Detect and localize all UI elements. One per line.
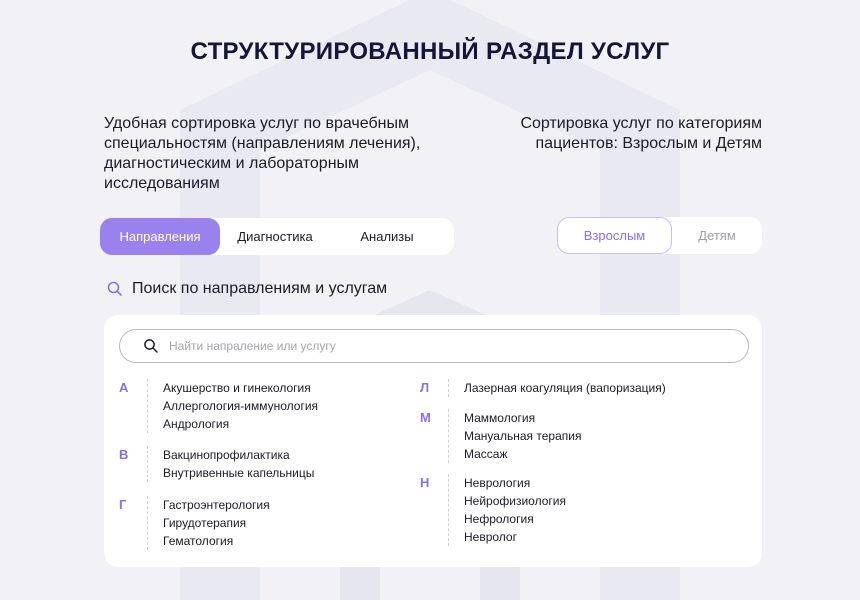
list-item[interactable]: Акушерство и гинекология xyxy=(163,379,318,397)
group-letter: Г xyxy=(119,497,127,512)
service-type-tabs: Направления Диагностика Анализы xyxy=(100,218,454,255)
search-input[interactable] xyxy=(169,339,709,353)
list-item[interactable]: Маммология xyxy=(464,409,581,427)
group-items: Неврология Нейрофизиология Нефрология Не… xyxy=(448,474,566,546)
group-letter: А xyxy=(119,380,129,395)
group-items: Лазерная коагуляция (вапоризация) xyxy=(448,379,666,397)
group-letter: Н xyxy=(420,475,430,490)
list-item[interactable]: Гастроэнтерология xyxy=(163,496,270,514)
letter-group-m: М Маммология Мануальная терапия Массаж xyxy=(420,409,581,463)
list-item[interactable]: Андрология xyxy=(163,415,318,433)
description-directions: Удобная сортировка услуг по врачебным сп… xyxy=(104,115,421,192)
list-item[interactable]: Гирудотерапия xyxy=(163,514,270,532)
letter-group-v: В Вакцинопрофилактика Внутривенные капел… xyxy=(119,446,314,482)
list-item[interactable]: Вакцинопрофилактика xyxy=(163,446,314,464)
search-heading-text: Поиск по направлениям и услугам xyxy=(132,280,388,297)
list-item[interactable]: Внутривенные капельницы xyxy=(163,464,314,482)
letter-group-n: Н Неврология Нейрофизиология Нефрология … xyxy=(420,474,566,546)
group-items: Гастроэнтерология Гирудотерапия Гематоло… xyxy=(147,496,270,550)
letter-group-a: А Акушерство и гинекология Аллергология-… xyxy=(119,379,318,433)
tab-analyses[interactable]: Анализы xyxy=(330,218,444,255)
group-letter: М xyxy=(420,410,431,425)
tab-adults[interactable]: Взрослым xyxy=(557,217,672,254)
tab-directions[interactable]: Направления xyxy=(100,218,220,255)
list-item[interactable]: Невролог xyxy=(464,528,566,546)
group-items: Вакцинопрофилактика Внутривенные капельн… xyxy=(147,446,314,482)
group-items: Акушерство и гинекология Аллергология-им… xyxy=(147,379,318,433)
group-letter: В xyxy=(119,447,129,462)
group-letter: Л xyxy=(420,380,430,395)
search-icon xyxy=(144,339,158,353)
tab-children[interactable]: Детям xyxy=(672,217,762,254)
page-title: СТРУКТУРИРОВАННЫЙ РАЗДЕЛ УСЛУГ xyxy=(190,38,670,65)
search-icon xyxy=(107,281,122,296)
list-item[interactable]: Аллергология-иммунология xyxy=(163,397,318,415)
search-box xyxy=(119,329,749,363)
patient-category-tabs: Взрослым Детям xyxy=(557,217,762,254)
list-item[interactable]: Лазерная коагуляция (вапоризация) xyxy=(464,379,666,397)
search-heading: Поиск по направлениям и услугам xyxy=(106,280,387,298)
letter-group-l: Л Лазерная коагуляция (вапоризация) xyxy=(420,379,666,397)
page: СТРУКТУРИРОВАННЫЙ РАЗДЕЛ УСЛУГ Удобная с… xyxy=(0,0,860,600)
services-card: А Акушерство и гинекология Аллергология-… xyxy=(104,315,762,567)
group-items: Маммология Мануальная терапия Массаж xyxy=(448,409,581,463)
list-item[interactable]: Неврология xyxy=(464,474,566,492)
list-item[interactable]: Гематология xyxy=(163,532,270,550)
list-item[interactable]: Массаж xyxy=(464,445,581,463)
list-item[interactable]: Нефрология xyxy=(464,510,566,528)
tab-diagnostics[interactable]: Диагностика xyxy=(220,218,330,255)
list-item[interactable]: Нейрофизиология xyxy=(464,492,566,510)
description-patients: Сортировка услуг по категориям пациентов… xyxy=(520,115,762,152)
list-item[interactable]: Мануальная терапия xyxy=(464,427,581,445)
letter-group-g: Г Гастроэнтерология Гирудотерапия Гемато… xyxy=(119,496,270,550)
